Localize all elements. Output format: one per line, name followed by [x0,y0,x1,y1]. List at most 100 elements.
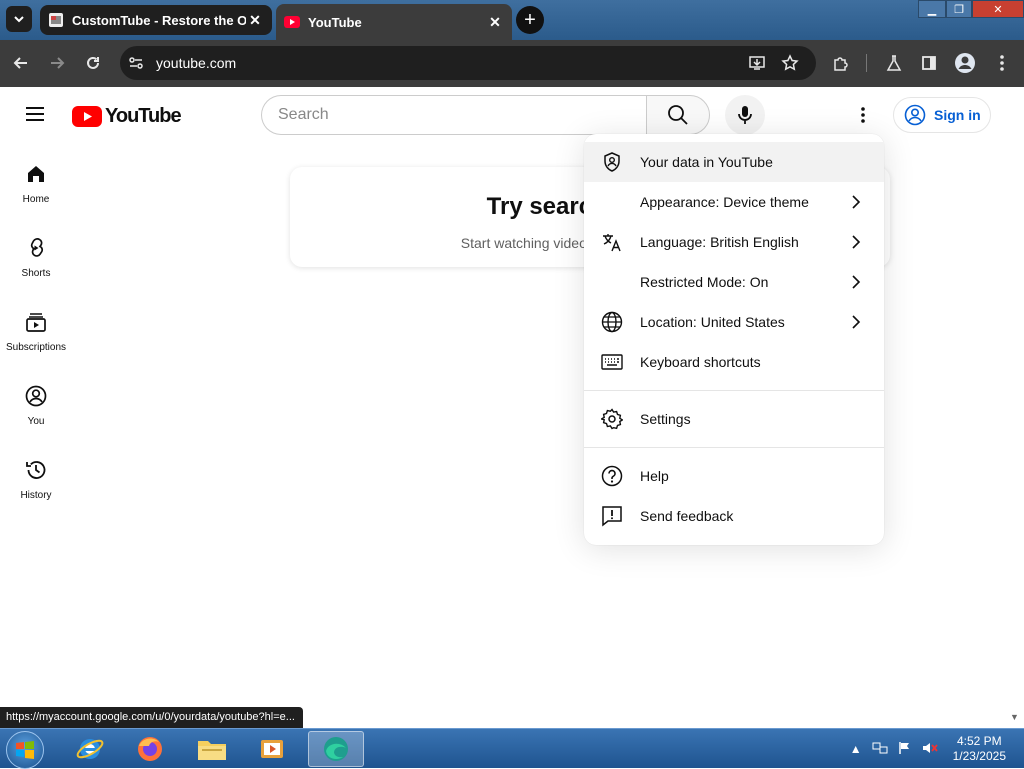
status-url-bubble: https://myaccount.google.com/u/0/yourdat… [0,707,303,728]
new-tab-button[interactable]: + [516,6,544,34]
firefox-icon [138,737,162,761]
address-bar[interactable]: youtube.com [120,46,816,80]
search-input[interactable] [278,106,647,124]
taskbar-file-explorer[interactable] [184,731,240,767]
chevron-right-icon [844,310,868,334]
keyboard-icon [600,350,624,374]
bookmark-star-icon[interactable] [781,54,799,77]
menu-item-keyboard-shortcuts[interactable]: Keyboard shortcuts [584,342,884,382]
menu-icon-placeholder [600,190,624,214]
menu-item-label: Restricted Mode: On [640,274,769,290]
internet-explorer-icon [76,739,104,759]
menu-item-your-data[interactable]: Your data in YouTube [584,142,884,182]
forward-button[interactable] [44,50,70,76]
voice-search-button[interactable] [725,95,765,135]
profile-button[interactable] [952,50,978,76]
puzzle-icon [834,57,848,71]
menu-item-restricted-mode[interactable]: Restricted Mode: On [584,262,884,302]
start-button[interactable] [6,731,44,769]
folder-icon [198,741,226,760]
arrow-right-icon [51,57,65,69]
taskbar-firefox[interactable] [122,731,178,767]
youtube-play-logo-icon [72,106,102,127]
install-app-icon[interactable] [748,54,766,77]
history-icon [26,461,46,479]
tab-title: YouTube [308,14,362,30]
guide-item-home[interactable]: Home [0,143,72,217]
taskbar-internet-explorer[interactable] [62,731,118,767]
you-icon [25,385,47,407]
minimize-button[interactable]: ▁ [918,0,946,18]
search-box[interactable] [261,95,647,135]
chevron-right-icon [844,190,868,214]
clock-date: 1/23/2025 [952,749,1006,763]
menu-item-location[interactable]: Location: United States [584,302,884,342]
settings-dropdown-menu: Your data in YouTube Appearance: Device … [584,134,884,545]
menu-item-label: Settings [640,411,691,427]
shorts-icon [30,238,44,257]
guide-menu-button[interactable] [24,105,46,123]
menu-item-settings[interactable]: Settings [584,399,884,439]
close-tab-icon[interactable]: ✕ [246,11,264,29]
help-icon [600,464,624,488]
edge-like-browser-icon [324,737,348,761]
system-tray: ▲ 4:52 PM 1/23/2025 [845,729,1024,769]
taskbar-active-app[interactable] [308,731,364,767]
vertical-dots-icon [861,107,865,123]
window-controls: ▁ ❐ ✕ [918,0,1024,18]
tab-search-button[interactable] [6,6,32,32]
chevron-right-icon [844,270,868,294]
settings-gear-icon [600,407,624,431]
volume-muted-icon[interactable] [922,741,938,758]
menu-item-language[interactable]: Language: British English [584,222,884,262]
tab-youtube[interactable]: YouTube ✕ [276,4,512,40]
close-window-button[interactable]: ✕ [972,0,1024,18]
settings-menu-button[interactable] [851,103,875,127]
back-button[interactable] [8,50,34,76]
menu-item-label: Send feedback [640,508,734,524]
vertical-dots-icon [1000,55,1004,71]
restore-button[interactable]: ❐ [946,0,972,18]
tab-customtube[interactable]: CustomTube - Restore the Old ✕ [40,5,272,35]
menu-item-label: Keyboard shortcuts [640,354,761,370]
show-hidden-icons-icon[interactable]: ▲ [850,742,862,756]
site-info-icon[interactable] [128,55,144,76]
chevron-right-icon [844,230,868,254]
menu-item-help[interactable]: Help [584,456,884,496]
search-button[interactable] [646,95,710,135]
taskbar-media-player[interactable] [244,731,300,767]
youtube-logo[interactable]: YouTube [72,105,182,128]
flask-icon [886,55,902,71]
toolbar-divider [866,54,867,72]
close-tab-icon[interactable]: ✕ [486,13,504,31]
sign-in-button[interactable]: Sign in [893,97,991,133]
browser-menu-button[interactable] [989,50,1015,76]
menu-item-appearance[interactable]: Appearance: Device theme [584,182,884,222]
guide-item-subscriptions[interactable]: Subscriptions [0,291,72,365]
labs-button[interactable] [881,50,907,76]
reload-button[interactable] [80,50,106,76]
guide-item-history[interactable]: History [0,439,72,513]
taskbar-clock[interactable]: 4:52 PM 1/23/2025 [953,734,1006,764]
menu-divider [584,390,884,391]
network-icon[interactable] [872,741,888,758]
menu-item-send-feedback[interactable]: Send feedback [584,496,884,536]
side-panel-icon [922,56,936,70]
side-panel-button[interactable] [916,50,942,76]
account-circle-icon [904,104,926,126]
subscriptions-icon [26,313,46,332]
globe-icon [600,310,624,334]
guide-item-you[interactable]: You [0,365,72,439]
guide-item-shorts[interactable]: Shorts [0,217,72,291]
customtube-favicon-icon [48,12,64,28]
extensions-button[interactable] [828,50,854,76]
action-center-flag-icon[interactable] [898,741,912,758]
home-icon [28,166,44,182]
logo-wordmark: YouTube [105,105,182,127]
scroll-down-arrow-icon[interactable]: ▼ [1010,712,1019,722]
guide-label: Subscriptions [5,342,67,353]
sign-in-label: Sign in [934,107,981,123]
microphone-icon [738,106,752,124]
arrow-left-icon [13,57,27,69]
translate-icon [600,230,624,254]
